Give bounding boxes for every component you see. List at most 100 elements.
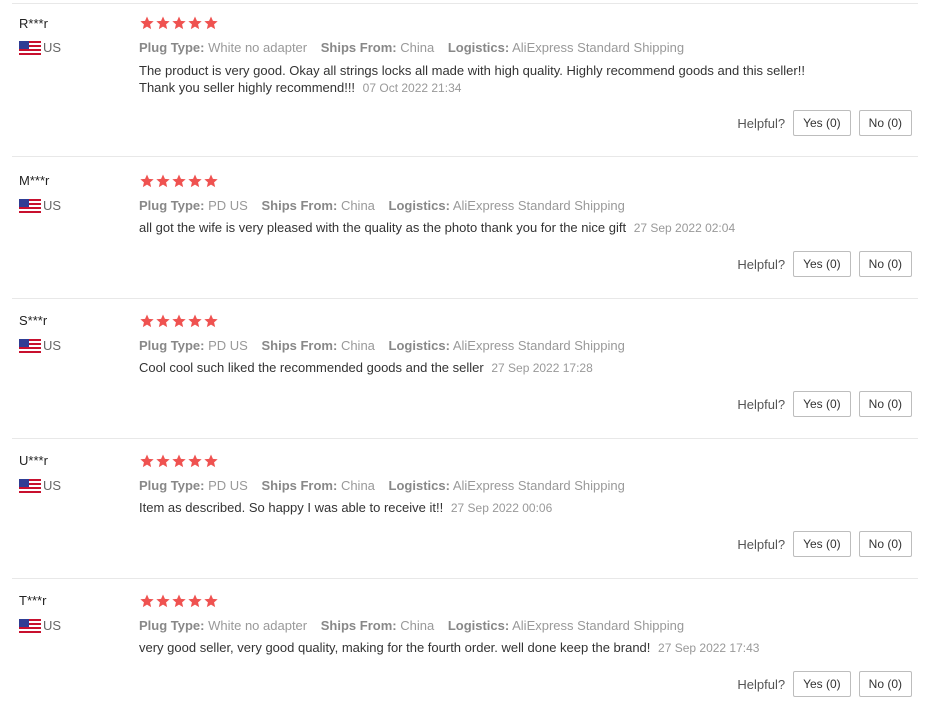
logistics: Logistics: AliExpress Standard Shipping <box>389 478 625 493</box>
plug-type: Plug Type: White no adapter <box>139 618 307 633</box>
review-item: S***r US Plug Type: PD US Ships From: Ch… <box>0 297 936 439</box>
plug-type: Plug Type: White no adapter <box>139 40 307 55</box>
ships-from-value: China <box>400 618 435 633</box>
helpful-votes: Helpful? Yes (0) No (0) <box>737 391 912 417</box>
helpful-votes: Helpful? Yes (0) No (0) <box>737 531 912 557</box>
product-attributes: Plug Type: PD US Ships From: China Logis… <box>139 198 635 214</box>
star-icon <box>172 16 186 30</box>
logistics-value: AliExpress Standard Shipping <box>452 198 625 213</box>
helpful-label: Helpful? <box>737 256 786 272</box>
ships-from-label: Ships From: <box>261 198 338 213</box>
star-rating <box>139 313 219 329</box>
reviewer-name: U***r <box>19 453 48 468</box>
ships-from-label: Ships From: <box>261 338 338 353</box>
helpful-label: Helpful? <box>737 676 786 692</box>
reviewer-name: M***r <box>19 173 50 188</box>
helpful-no-button[interactable]: No (0) <box>858 531 912 557</box>
star-icon <box>172 314 186 328</box>
star-rating <box>139 593 219 609</box>
review-content: very good seller, very good quality, mak… <box>139 639 839 657</box>
star-rating <box>139 453 219 469</box>
star-rating <box>139 173 219 189</box>
star-icon <box>156 314 170 328</box>
star-icon <box>188 594 202 608</box>
helpful-votes: Helpful? Yes (0) No (0) <box>737 251 912 277</box>
ships-from-value: China <box>340 338 375 353</box>
helpful-yes-button[interactable]: Yes (0) <box>793 391 851 417</box>
star-icon <box>156 454 170 468</box>
reviewer-country: US <box>19 618 61 634</box>
review-date: 27 Sep 2022 17:28 <box>491 361 593 375</box>
star-icon <box>140 314 154 328</box>
reviewer-country: US <box>19 198 61 214</box>
helpful-yes-button[interactable]: Yes (0) <box>793 110 851 136</box>
review-date: 07 Oct 2022 21:34 <box>362 81 462 95</box>
helpful-yes-button[interactable]: Yes (0) <box>793 531 851 557</box>
logistics: Logistics: AliExpress Standard Shipping <box>389 338 625 353</box>
helpful-yes-button[interactable]: Yes (0) <box>793 671 851 697</box>
ships-from-value: China <box>340 478 375 493</box>
review-date: 27 Sep 2022 02:04 <box>633 221 736 235</box>
plug-type-value: PD US <box>208 338 248 353</box>
star-icon <box>140 174 154 188</box>
plug-type-value: White no adapter <box>208 618 308 633</box>
review-text: all got the wife is very pleased with th… <box>139 220 627 235</box>
review-item: U***r US Plug Type: PD US Ships From: Ch… <box>0 437 936 579</box>
review-content: Item as described. So happy I was able t… <box>139 499 839 517</box>
star-icon <box>188 16 202 30</box>
review-item: M***r US Plug Type: PD US Ships From: Ch… <box>0 157 936 299</box>
review-content: The product is very good. Okay all strin… <box>139 62 839 97</box>
plug-type-value: PD US <box>208 198 248 213</box>
plug-type: Plug Type: PD US <box>139 478 248 493</box>
ships-from-label: Ships From: <box>261 478 338 493</box>
product-attributes: Plug Type: White no adapter Ships From: … <box>139 618 694 634</box>
country-code: US <box>43 478 62 493</box>
us-flag-icon <box>19 479 41 493</box>
product-attributes: Plug Type: White no adapter Ships From: … <box>139 40 694 56</box>
star-icon <box>156 594 170 608</box>
logistics-label: Logistics: <box>388 198 450 213</box>
us-flag-icon <box>19 199 41 213</box>
star-icon <box>140 454 154 468</box>
ships-from-value: China <box>340 198 375 213</box>
star-icon <box>172 594 186 608</box>
star-icon <box>172 174 186 188</box>
helpful-no-button[interactable]: No (0) <box>858 251 912 277</box>
review-item: R***r US Plug Type: White no adapter Shi… <box>0 0 936 157</box>
plug-type-label: Plug Type: <box>139 198 205 213</box>
helpful-label: Helpful? <box>737 396 786 412</box>
logistics-value: AliExpress Standard Shipping <box>512 618 685 633</box>
product-attributes: Plug Type: PD US Ships From: China Logis… <box>139 478 635 494</box>
logistics: Logistics: AliExpress Standard Shipping <box>389 198 625 213</box>
review-date: 27 Sep 2022 17:43 <box>658 641 760 655</box>
star-icon <box>156 16 170 30</box>
us-flag-icon <box>19 339 41 353</box>
helpful-no-button[interactable]: No (0) <box>858 391 912 417</box>
ships-from: Ships From: China <box>261 198 374 213</box>
helpful-votes: Helpful? Yes (0) No (0) <box>737 110 912 136</box>
helpful-label: Helpful? <box>737 115 786 131</box>
helpful-no-button[interactable]: No (0) <box>858 110 912 136</box>
logistics-value: AliExpress Standard Shipping <box>452 338 625 353</box>
country-code: US <box>43 618 62 633</box>
review-text: Item as described. So happy I was able t… <box>139 500 444 515</box>
country-code: US <box>43 198 62 213</box>
logistics-value: AliExpress Standard Shipping <box>512 40 685 55</box>
logistics: Logistics: AliExpress Standard Shipping <box>448 618 684 633</box>
us-flag-icon <box>19 619 41 633</box>
star-icon <box>188 174 202 188</box>
star-icon <box>204 314 218 328</box>
ships-from: Ships From: China <box>261 478 374 493</box>
review-content: all got the wife is very pleased with th… <box>139 219 839 237</box>
star-icon <box>188 454 202 468</box>
star-icon <box>204 174 218 188</box>
ships-from: Ships From: China <box>321 618 434 633</box>
us-flag-icon <box>19 41 41 55</box>
star-icon <box>204 594 218 608</box>
logistics-label: Logistics: <box>388 338 450 353</box>
plug-type-value: PD US <box>208 478 248 493</box>
helpful-no-button[interactable]: No (0) <box>858 671 912 697</box>
ships-from-label: Ships From: <box>320 618 397 633</box>
plug-type: Plug Type: PD US <box>139 198 248 213</box>
helpful-yes-button[interactable]: Yes (0) <box>793 251 851 277</box>
